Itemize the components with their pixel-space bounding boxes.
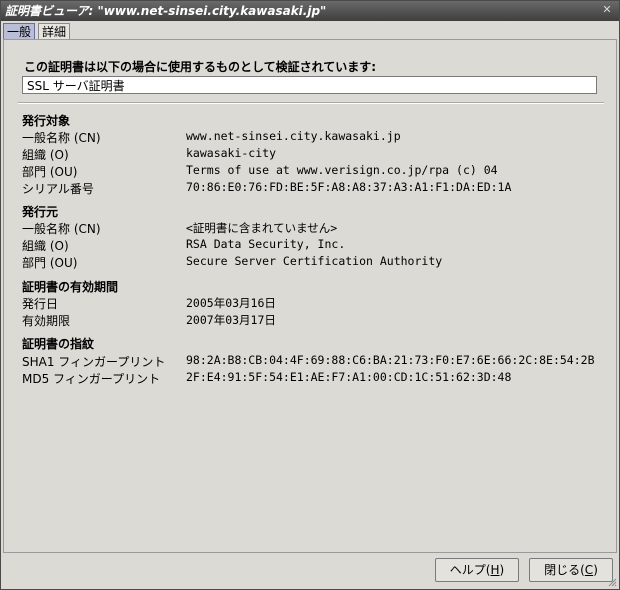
subject-ou-label: 部門 (OU) xyxy=(22,165,78,179)
issuer-cn-value: <証明書に含まれていません> xyxy=(186,221,338,235)
general-panel: この証明書は以下の場合に使用するものとして検証されています: SSL サーバ証明… xyxy=(3,39,617,553)
subject-o-label: 組織 (O) xyxy=(22,148,69,162)
usage-heading: この証明書は以下の場合に使用するものとして検証されています: xyxy=(24,60,377,74)
separator xyxy=(18,102,604,104)
serial-number-value: 70:86:E0:76:FD:BE:5F:A8:A8:37:A3:A1:F1:D… xyxy=(186,180,512,194)
subject-cn-value: www.net-sinsei.city.kawasaki.jp xyxy=(186,129,401,143)
issued-on-value: 2005年03月16日 xyxy=(186,296,276,310)
close-button[interactable]: 閉じる(C) xyxy=(529,558,613,582)
issuer-o-label: 組織 (O) xyxy=(22,239,69,253)
expires-on-label: 有効期限 xyxy=(22,314,71,328)
close-button-label: 閉じる( xyxy=(544,563,585,577)
issuer-section-title: 発行元 xyxy=(22,205,59,219)
help-accelerator-key: H xyxy=(490,563,500,577)
sha1-fingerprint-value: 98:2A:B8:CB:04:4F:69:88:C6:BA:21:73:F0:E… xyxy=(186,353,595,367)
close-accelerator-key: C xyxy=(584,563,594,577)
certificate-viewer-window: 証明書ビューア: "www.net-sinsei.city.kawasaki.j… xyxy=(0,0,620,590)
issued-on-label: 発行日 xyxy=(22,297,59,311)
close-icon[interactable]: ✕ xyxy=(601,4,613,16)
help-paren-close: ) xyxy=(499,563,505,577)
issuer-cn-label: 一般名称 (CN) xyxy=(22,222,101,236)
md5-fingerprint-label: MD5 フィンガープリント xyxy=(22,372,161,386)
window-title: 証明書ビューア: "www.net-sinsei.city.kawasaki.j… xyxy=(5,4,327,18)
issuer-ou-label: 部門 (OU) xyxy=(22,256,78,270)
issuer-ou-value: Secure Server Certification Authority xyxy=(186,254,443,268)
md5-fingerprint-value: 2F:E4:91:5F:54:E1:AE:F7:A1:00:CD:1C:51:6… xyxy=(186,370,512,384)
expires-on-value: 2007年03月17日 xyxy=(186,313,276,327)
issuer-o-value: RSA Data Security, Inc. xyxy=(186,237,346,251)
close-paren-close: ) xyxy=(593,563,598,577)
tab-general[interactable]: 一般 xyxy=(3,23,36,40)
serial-number-label: シリアル番号 xyxy=(22,182,94,196)
fingerprint-section-title: 証明書の指紋 xyxy=(22,337,95,351)
tab-details[interactable]: 詳細 xyxy=(38,23,71,40)
help-button-label: ヘルプ( xyxy=(449,563,491,577)
help-button[interactable]: ヘルプ(H) xyxy=(435,558,519,582)
resize-grip-icon[interactable] xyxy=(607,577,617,587)
subject-section-title: 発行対象 xyxy=(22,114,71,128)
usage-field[interactable]: SSL サーバ証明書 xyxy=(22,76,597,94)
title-bar[interactable]: 証明書ビューア: "www.net-sinsei.city.kawasaki.j… xyxy=(1,1,619,21)
validity-section-title: 証明書の有効期間 xyxy=(22,280,119,294)
subject-cn-label: 一般名称 (CN) xyxy=(22,131,101,145)
sha1-fingerprint-label: SHA1 フィンガープリント xyxy=(22,355,166,369)
subject-ou-value: Terms of use at www.verisign.co.jp/rpa (… xyxy=(186,163,498,177)
subject-o-value: kawasaki-city xyxy=(186,146,277,160)
